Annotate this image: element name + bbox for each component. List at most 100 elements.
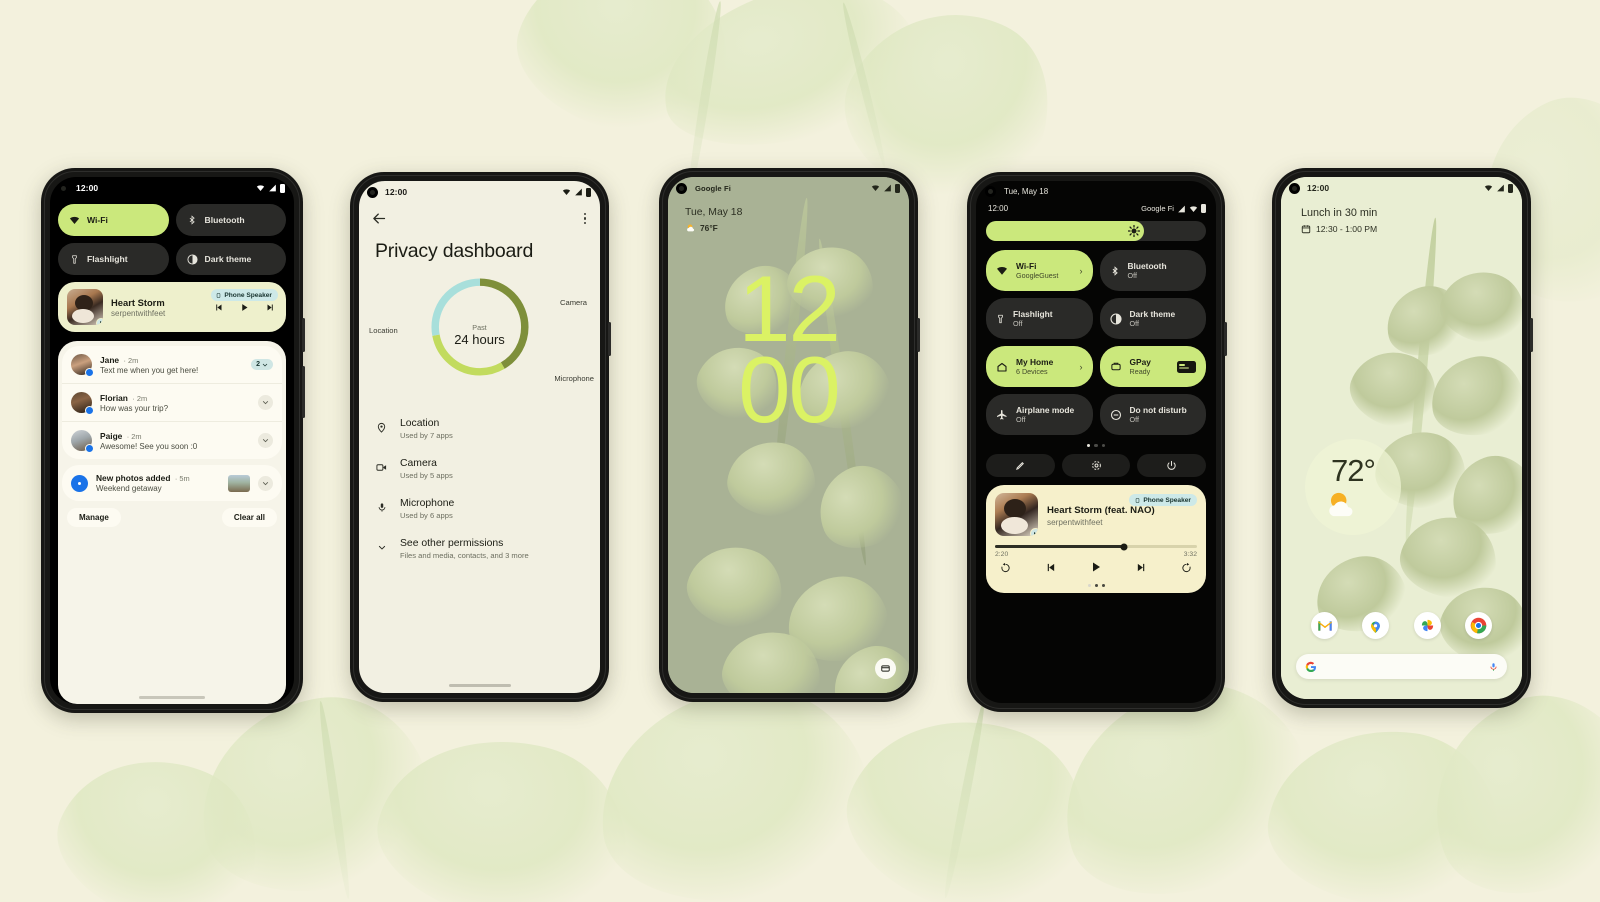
qs-tile-my-home[interactable]: My Home 6 Devices › <box>986 346 1093 387</box>
qs-tile-dark-theme[interactable]: Dark theme Off <box>1099 298 1206 339</box>
media-controls-4 <box>995 558 1197 578</box>
play-icon[interactable] <box>240 303 249 312</box>
output-device-chip[interactable]: Phone Speaker <box>1129 494 1197 507</box>
notification-row[interactable]: Florian · 2m How was your trip? <box>62 383 282 421</box>
chevron-right-icon[interactable]: › <box>1080 266 1083 276</box>
power-button-side[interactable] <box>1530 318 1533 352</box>
qs-tile-flashlight[interactable]: Flashlight Off <box>986 298 1093 339</box>
wallet-button[interactable] <box>875 658 896 679</box>
carrier-label: Google Fi <box>695 183 731 193</box>
notification-meta: New photos added · 5m Weekend getaway <box>96 473 220 493</box>
power-button-side[interactable] <box>608 322 611 356</box>
donut-center-small: Past <box>472 323 487 332</box>
app-icon-gmail[interactable] <box>1311 612 1339 639</box>
expand-chevron-button[interactable] <box>258 475 273 491</box>
qs-page-indicator[interactable] <box>976 435 1216 448</box>
notification-time: · 2m <box>130 393 148 403</box>
microphone-icon[interactable] <box>1489 661 1498 673</box>
output-device-chip[interactable]: Phone Speaker <box>211 289 278 301</box>
qs-date-row: Tue, May 18 <box>976 181 1216 202</box>
qs-tile-airplane-mode[interactable]: Airplane mode Off <box>986 394 1093 435</box>
expand-chevron-button[interactable] <box>258 433 273 448</box>
calendar-icon <box>1301 225 1311 234</box>
qs-tile-wifi[interactable]: Wi-Fi GoogleGuest › <box>986 250 1093 291</box>
permission-row-camera[interactable]: Camera Used by 5 apps <box>375 449 584 489</box>
screen-5: 12:00 Lunch in 30 min 12:30 - 1:00 PM 72… <box>1281 177 1522 699</box>
permission-text: Location Used by 7 apps <box>400 418 453 440</box>
battery-icon <box>1508 183 1513 193</box>
notification-row[interactable]: New photos added · 5m Weekend getaway <box>62 465 282 501</box>
qs-tile-bluetooth[interactable]: Bluetooth Off <box>1099 250 1206 291</box>
back-arrow-icon[interactable] <box>372 211 387 226</box>
media-artist: serpentwithfeet <box>1047 518 1103 528</box>
notification-count-chip[interactable]: 2 <box>251 359 273 370</box>
front-camera-punch-hole <box>985 186 996 197</box>
media-player-card-1[interactable]: Heart Storm serpentwithfeet Phone Speake… <box>58 282 286 332</box>
power-button-side[interactable] <box>917 318 920 352</box>
volume-button-side[interactable] <box>302 366 305 418</box>
app-icon-photos[interactable] <box>1413 612 1441 639</box>
qs-tile-bluetooth[interactable]: Bluetooth <box>175 204 286 236</box>
signal-icon <box>575 188 582 196</box>
lock-weather[interactable]: 76°F <box>685 223 742 233</box>
gesture-nav-bar[interactable] <box>448 684 511 687</box>
gesture-nav-bar[interactable] <box>139 696 205 699</box>
play-icon[interactable] <box>1090 560 1102 578</box>
previous-icon[interactable] <box>1045 560 1056 578</box>
permission-row-location[interactable]: Location Used by 7 apps <box>375 409 584 449</box>
weather-widget[interactable]: 72° <box>1305 439 1401 535</box>
more-vert-icon[interactable] <box>583 212 586 225</box>
expand-chevron-button[interactable] <box>258 395 273 410</box>
qs-tile-gpay[interactable]: GPay Ready <box>1099 346 1206 387</box>
notification-sender: Paige <box>100 430 123 441</box>
qs-tile-label: Wi-Fi <box>87 215 108 225</box>
next-icon[interactable] <box>1136 560 1147 578</box>
status-time: 12:00 <box>1307 183 1330 193</box>
media-seek-bar[interactable] <box>995 543 1197 551</box>
power-button-side[interactable] <box>1224 322 1227 356</box>
permission-text: See other permissions Files and media, c… <box>400 538 529 560</box>
media-title: Heart Storm (feat. NAO) <box>1047 505 1155 517</box>
permission-title: See other permissions <box>400 538 504 549</box>
previous-icon[interactable] <box>214 303 223 312</box>
google-search-bar[interactable] <box>1296 654 1507 679</box>
replay-10-icon[interactable] <box>1000 560 1011 578</box>
clear-all-button[interactable]: Clear all <box>221 508 277 527</box>
settings-button[interactable] <box>1061 454 1131 478</box>
quick-settings-grid-4: Wi-Fi GoogleGuest › Bluetooth Off Flashl… <box>976 241 1216 435</box>
permission-row-microphone[interactable]: Microphone Used by 6 apps <box>375 489 584 529</box>
app-icon-maps[interactable] <box>1362 612 1390 639</box>
qs-tile-do-not-disturb[interactable]: Do not disturb Off <box>1099 394 1206 435</box>
seek-knob[interactable] <box>1120 543 1128 551</box>
qs-tile-label: Dark theme <box>1129 308 1176 319</box>
screen-1: 12:00 Wi-Fi Bluetooth Flashlight Dark th… <box>50 177 294 704</box>
seek-progress <box>995 545 1125 549</box>
manage-button[interactable]: Manage <box>67 508 121 527</box>
qs-tile-flashlight[interactable]: Flashlight <box>58 243 169 275</box>
notification-row[interactable]: Jane · 2m Text me when you get here! 2 <box>62 346 282 383</box>
qs-tile-label: Flashlight <box>1013 308 1053 319</box>
bluetooth-icon <box>187 215 198 226</box>
forward-30-icon[interactable] <box>1181 560 1192 578</box>
app-icon-chrome[interactable] <box>1464 612 1492 639</box>
notification-row[interactable]: Paige · 2m Awesome! See you soon :0 <box>62 421 282 459</box>
photos-glyph-icon <box>75 478 84 488</box>
chevron-right-icon[interactable]: › <box>1080 362 1083 372</box>
media-player-card-4[interactable]: Phone Speaker Heart Storm (feat. NAO) se… <box>986 485 1206 594</box>
status-icons <box>562 187 591 197</box>
notification-time: · 2m <box>121 355 139 365</box>
at-a-glance-subtitle: 12:30 - 1:00 PM <box>1301 224 1377 234</box>
edit-button[interactable] <box>986 454 1055 478</box>
brightness-slider[interactable] <box>986 221 1206 241</box>
permission-title: Camera <box>400 458 437 469</box>
media-page-indicator[interactable] <box>995 578 1197 588</box>
donut-label-location: Location <box>369 326 398 335</box>
power-button[interactable] <box>1137 454 1207 478</box>
qs-tile-wifi[interactable]: Wi-Fi <box>58 204 169 236</box>
qs-tile-dark-theme[interactable]: Dark theme <box>175 243 286 275</box>
permission-row-see-other[interactable]: See other permissions Files and media, c… <box>375 529 584 569</box>
power-button-side[interactable] <box>302 318 305 352</box>
next-icon[interactable] <box>266 303 275 312</box>
at-a-glance-widget[interactable]: Lunch in 30 min 12:30 - 1:00 PM <box>1301 207 1377 234</box>
quick-settings-grid-1: Wi-Fi Bluetooth Flashlight Dark theme <box>50 199 294 275</box>
